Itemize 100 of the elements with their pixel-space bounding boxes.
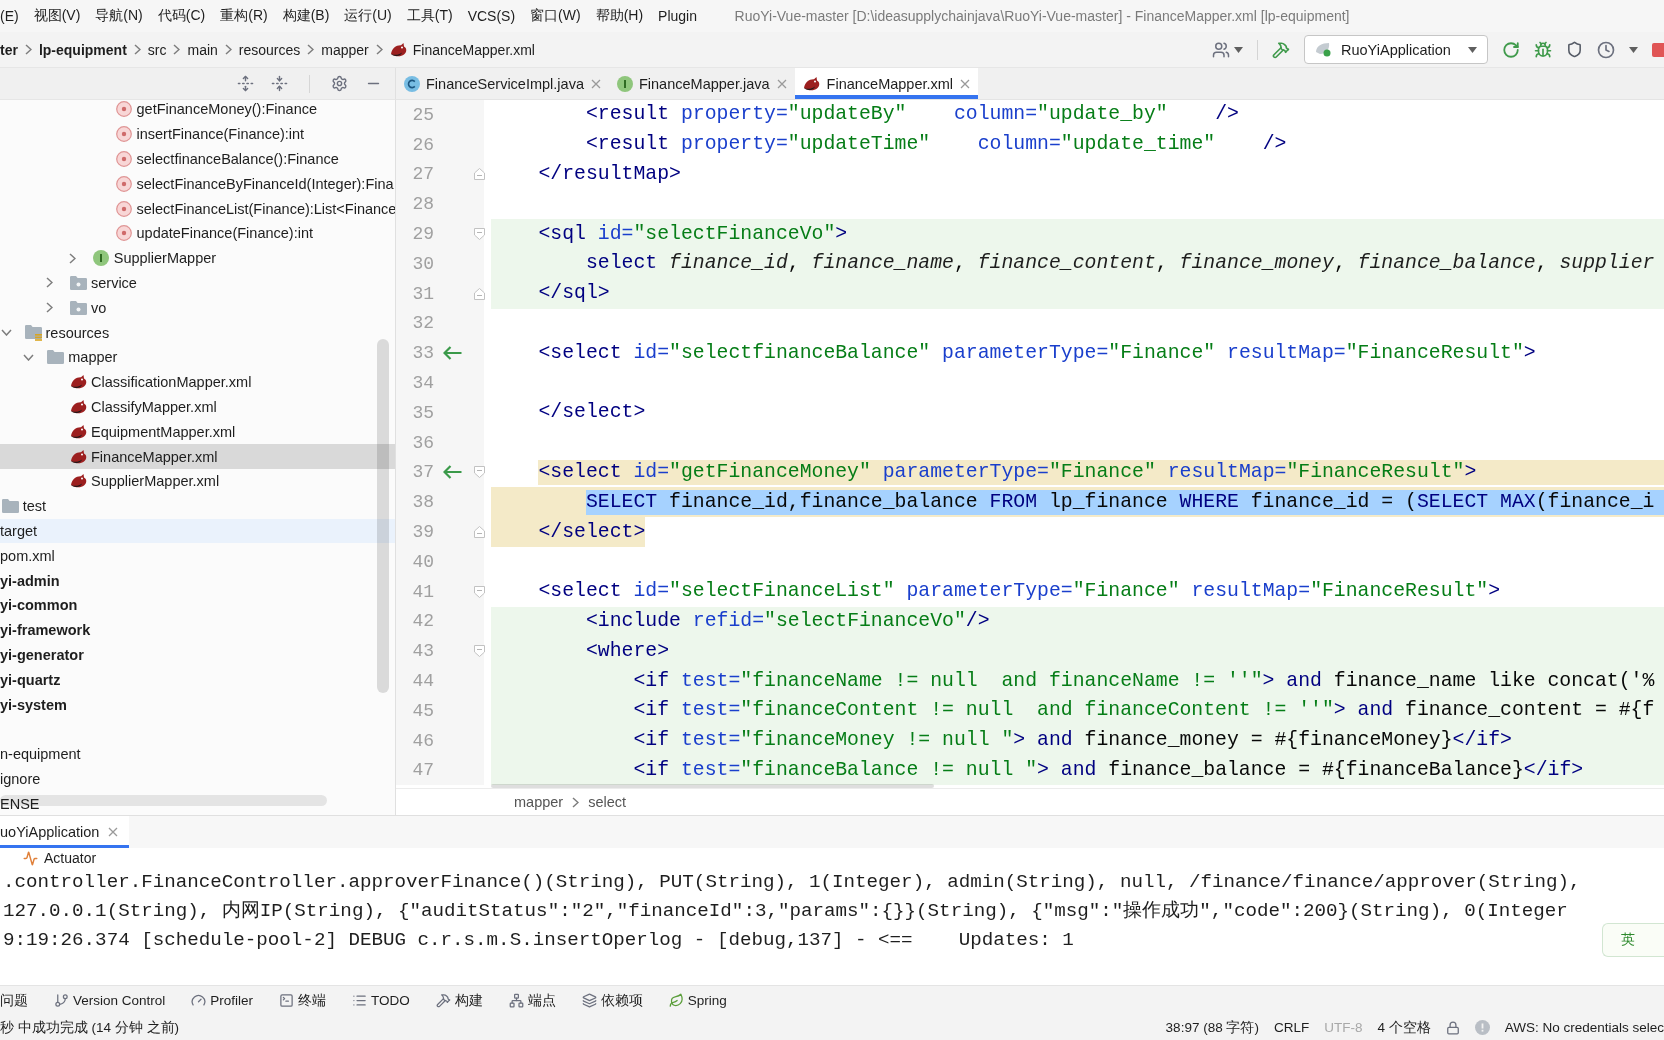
- chevron-down-icon[interactable]: [0, 329, 12, 337]
- editor-tab[interactable]: FinanceMapper.java: [608, 68, 795, 99]
- bug-icon[interactable]: [1534, 40, 1552, 59]
- tree-item[interactable]: SupplierMapper.xml: [70, 468, 220, 494]
- status-item[interactable]: 38:97 (88 字符): [1165, 1018, 1259, 1037]
- tree-item[interactable]: yi-quartz: [0, 667, 61, 693]
- breadcrumb-item[interactable]: mapper: [321, 41, 369, 58]
- breadcrumb-item[interactable]: ter: [0, 41, 18, 58]
- tree-item[interactable]: ignore: [0, 766, 41, 792]
- menu-item[interactable]: 代码(C): [150, 7, 213, 25]
- exclamation-circle-icon[interactable]: [1474, 1020, 1490, 1035]
- tool-window-button[interactable]: Spring: [668, 993, 727, 1008]
- arrow-left-icon[interactable]: [443, 346, 462, 361]
- tool-window-button[interactable]: 端点: [508, 991, 556, 1010]
- run-tab[interactable]: uoYiApplication: [0, 816, 130, 848]
- tree-item[interactable]: selectfinanceBalance():Finance: [115, 146, 339, 172]
- close-icon[interactable]: [776, 78, 787, 89]
- fold-marker-icon[interactable]: [474, 168, 485, 181]
- fold-marker-icon[interactable]: [474, 287, 485, 300]
- tool-window-button[interactable]: 依赖项: [581, 991, 643, 1010]
- tool-window-button[interactable]: 构建: [435, 991, 483, 1010]
- tree-item[interactable]: getFinanceMoney():Finance: [115, 100, 318, 122]
- breadcrumb-item[interactable]: mapper: [514, 794, 564, 810]
- tool-window-button[interactable]: 终端: [279, 991, 327, 1010]
- fold-marker-icon[interactable]: [474, 526, 485, 539]
- menu-item[interactable]: Plugin: [650, 8, 705, 24]
- scrollbar-thumb[interactable]: [377, 339, 389, 693]
- tree-item[interactable]: ENSE: [0, 791, 40, 815]
- tree-item[interactable]: vo: [46, 295, 107, 321]
- fold-marker-icon[interactable]: [474, 585, 485, 598]
- actuator-tab[interactable]: Actuator: [23, 850, 97, 866]
- editor-tab[interactable]: FinanceServiceImpl.java: [396, 68, 609, 99]
- fold-marker-icon[interactable]: [474, 645, 485, 658]
- stop-icon[interactable]: [1652, 42, 1664, 57]
- caret-down-icon[interactable]: [1234, 46, 1243, 53]
- menu-item[interactable]: 帮助(H): [588, 7, 651, 25]
- chevron-right-icon[interactable]: [68, 252, 76, 264]
- tree-item[interactable]: mapper: [23, 344, 118, 370]
- menu-item[interactable]: 构建(B): [275, 7, 337, 25]
- menu-item[interactable]: 工具(T): [399, 7, 461, 25]
- tool-window-button[interactable]: TODO: [352, 993, 410, 1008]
- editor-tab[interactable]: FinanceMapper.xml: [794, 68, 979, 99]
- chevron-right-icon[interactable]: [46, 302, 53, 314]
- caret-down-icon[interactable]: [1629, 46, 1638, 53]
- shield-icon[interactable]: [1566, 41, 1583, 58]
- breadcrumb-item[interactable]: resources: [238, 41, 301, 58]
- caret-down-icon[interactable]: [1468, 46, 1477, 53]
- chevron-right-icon[interactable]: [46, 277, 53, 289]
- menu-item[interactable]: VCS(S): [460, 8, 523, 24]
- close-icon[interactable]: [108, 827, 119, 837]
- tree-item[interactable]: test: [1, 493, 47, 519]
- tree-item[interactable]: n-equipment: [0, 741, 81, 767]
- status-item[interactable]: 4 个空格: [1377, 1018, 1431, 1037]
- tool-window-button[interactable]: Version Control: [54, 993, 166, 1008]
- tree-item[interactable]: yi-generator: [0, 642, 84, 668]
- tree-item[interactable]: target: [0, 518, 395, 544]
- arrows-together-icon[interactable]: [271, 75, 288, 92]
- tree-item[interactable]: ClassificationMapper.xml: [70, 369, 252, 395]
- tree-item[interactable]: resources: [0, 320, 110, 345]
- tree-item[interactable]: pom.xml: [0, 543, 55, 569]
- tree-item[interactable]: SupplierMapper: [68, 245, 217, 271]
- refresh-icon[interactable]: [1502, 40, 1520, 59]
- tree-item[interactable]: service: [46, 270, 137, 296]
- menu-item[interactable]: 视图(V): [26, 7, 88, 25]
- tree-item[interactable]: ClassifyMapper.xml: [70, 394, 217, 420]
- menu-item[interactable]: (E): [0, 8, 27, 24]
- tree-item[interactable]: yi-admin: [0, 568, 60, 593]
- tree-item[interactable]: updateFinance(Finance):int: [115, 221, 314, 246]
- fold-marker-icon[interactable]: [474, 466, 485, 479]
- tree-item[interactable]: yi-common: [0, 592, 78, 618]
- tree-item[interactable]: yi-framework: [0, 617, 91, 643]
- arrows-apart-icon[interactable]: [237, 75, 254, 92]
- status-item[interactable]: AWS: No credentials selec: [1504, 1020, 1664, 1035]
- tree-item[interactable]: insertFinance(Finance):int: [115, 121, 305, 147]
- tree-item[interactable]: selectFinanceByFinanceId(Integer):Fina: [115, 171, 394, 197]
- menu-item[interactable]: 重构(R): [212, 7, 276, 25]
- settings-icon[interactable]: [331, 75, 348, 92]
- lock-icon[interactable]: [1445, 1020, 1460, 1035]
- tree-item[interactable]: selectFinanceList(Finance):List<Finance: [115, 196, 395, 221]
- users-icon[interactable]: [1212, 40, 1230, 59]
- breadcrumb-item[interactable]: FinanceMapper.xml: [412, 41, 535, 58]
- breadcrumb-item[interactable]: src: [147, 41, 167, 58]
- arrow-left-icon[interactable]: [443, 465, 462, 480]
- scrollbar-thumb[interactable]: [491, 784, 934, 788]
- hammer-icon[interactable]: [1272, 40, 1290, 59]
- menu-item[interactable]: 导航(N): [87, 7, 151, 25]
- tree-item[interactable]: EquipmentMapper.xml: [70, 419, 236, 445]
- tree-item[interactable]: yi-system: [0, 692, 67, 717]
- tool-window-button[interactable]: Profiler: [191, 993, 254, 1008]
- breadcrumb-item[interactable]: lp-equipment: [38, 41, 127, 58]
- chevron-down-icon[interactable]: [23, 353, 35, 361]
- run-configuration-dropdown[interactable]: RuoYiApplication: [1304, 35, 1488, 64]
- close-icon[interactable]: [960, 78, 971, 89]
- menu-item[interactable]: 运行(U): [336, 7, 400, 25]
- tool-window-button[interactable]: 问题: [0, 991, 28, 1010]
- close-icon[interactable]: [590, 78, 601, 89]
- breadcrumb-item[interactable]: select: [588, 794, 627, 810]
- clock-icon[interactable]: [1597, 40, 1615, 59]
- menu-item[interactable]: 窗口(W): [522, 7, 589, 25]
- tree-item[interactable]: FinanceMapper.xml: [0, 444, 395, 469]
